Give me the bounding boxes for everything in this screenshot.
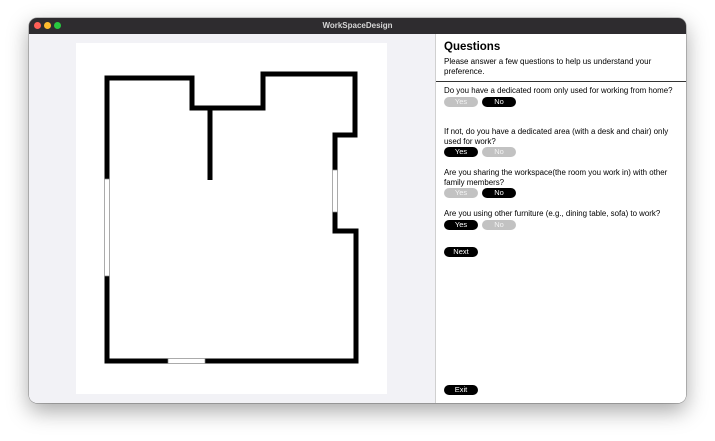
yes-button[interactable]: Yes [444, 188, 478, 199]
no-button[interactable]: No [482, 96, 516, 107]
window-title: WorkSpaceDesign [322, 21, 393, 30]
exit-button[interactable]: Exit [444, 385, 478, 395]
panel-subtitle: Please answer a few questions to help us… [444, 57, 652, 76]
question-text: If not, do you have a dedicated area (wi… [444, 127, 669, 146]
question-other-furniture: Are you using other furniture (e.g., din… [444, 209, 682, 231]
yes-button[interactable]: Yes [444, 219, 478, 230]
floor-plan-pane [29, 34, 435, 403]
floor-plan-canvas[interactable] [76, 43, 387, 394]
divider [436, 81, 686, 82]
floor-plan-drawing [104, 71, 359, 364]
question-dedicated-area: If not, do you have a dedicated area (wi… [444, 127, 682, 158]
panel-title: Questions [444, 41, 501, 53]
question-dedicated-room: Do you have a dedicated room only used f… [444, 86, 682, 108]
window-right-wall [332, 169, 338, 213]
answer-buttons: Yes No [444, 96, 682, 108]
question-text: Are you sharing the workspace(the room y… [444, 168, 668, 187]
app-window: WorkSpaceDesign Questions Please answer … [29, 18, 686, 403]
question-text: Do you have a dedicated room only used f… [444, 86, 673, 95]
questions-panel: Questions Please answer a few questions … [435, 34, 686, 403]
window-left-wall [104, 178, 110, 277]
next-button[interactable]: Next [444, 247, 478, 257]
answer-buttons: Yes No [444, 188, 682, 199]
answer-buttons: Yes No [444, 219, 682, 231]
yes-button[interactable]: Yes [444, 96, 478, 107]
title-bar: WorkSpaceDesign [29, 18, 686, 34]
no-button[interactable]: No [482, 188, 516, 199]
floor-plan-walls [104, 71, 359, 364]
no-button[interactable]: No [482, 219, 516, 230]
yes-button[interactable]: Yes [444, 147, 478, 158]
no-button[interactable]: No [482, 147, 516, 158]
windows [104, 169, 338, 364]
question-sharing-workspace: Are you sharing the workspace(the room y… [444, 168, 682, 199]
answer-buttons: Yes No [444, 147, 682, 158]
question-text: Are you using other furniture (e.g., din… [444, 209, 661, 218]
window-bottom-wall [167, 358, 206, 364]
